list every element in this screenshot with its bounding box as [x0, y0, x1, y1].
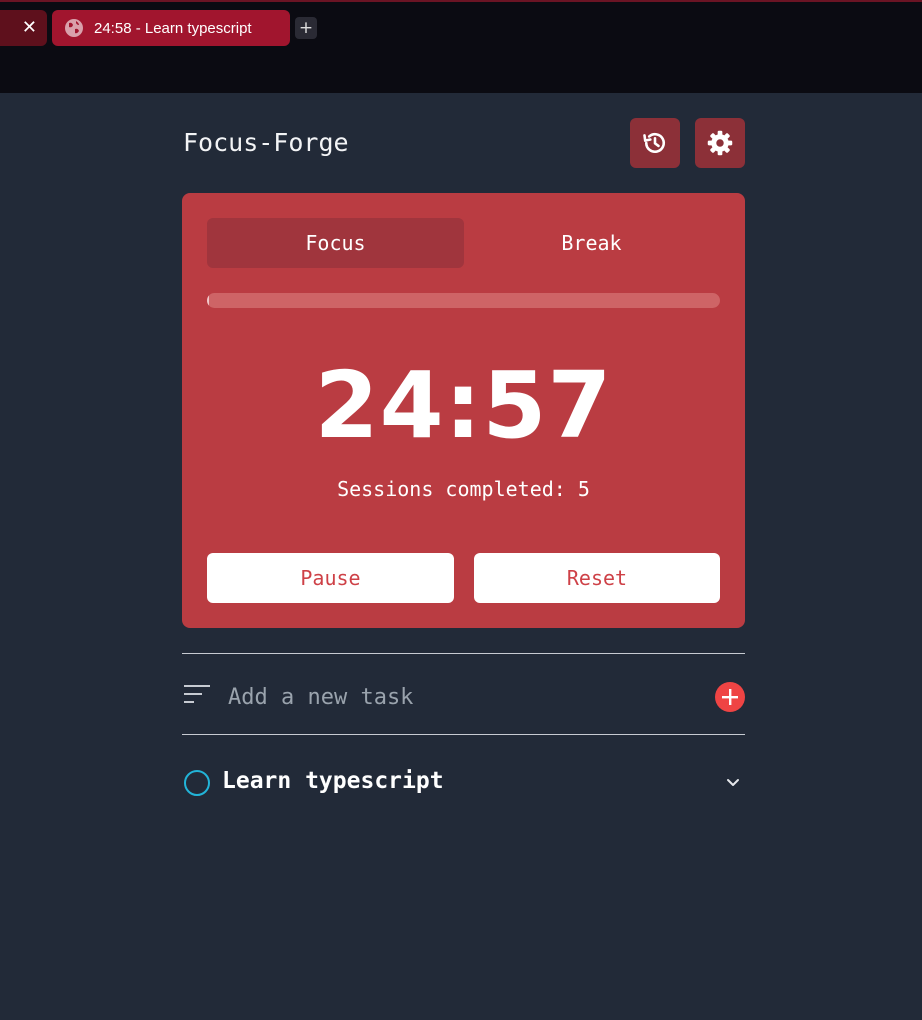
- reset-button[interactable]: Reset: [474, 553, 720, 603]
- task-checkbox[interactable]: [184, 770, 210, 796]
- browser-tab-active[interactable]: 24:58 - Learn typescript: [52, 10, 290, 46]
- add-task-button[interactable]: [715, 682, 745, 712]
- history-button[interactable]: [630, 118, 680, 168]
- progress-bar: [207, 293, 720, 308]
- app-title: Focus-Forge: [183, 128, 349, 157]
- timer-card: Focus Break 24:57 Sessions completed: 5 …: [182, 193, 745, 628]
- progress-fill: [207, 293, 209, 308]
- timer-display: 24:57: [314, 352, 613, 459]
- tabbar-accent-line: [0, 0, 922, 2]
- browser-tabbar: ✕ 24:58 - Learn typescript +: [0, 0, 922, 93]
- new-task-input[interactable]: [228, 680, 698, 714]
- divider-bottom: [182, 734, 745, 735]
- sessions-completed: Sessions completed: 5: [337, 477, 590, 501]
- task-title: Learn typescript: [222, 768, 444, 794]
- chevron-down-icon[interactable]: [723, 773, 743, 793]
- tab-focus[interactable]: Focus: [207, 218, 464, 268]
- tab-break[interactable]: Break: [463, 218, 720, 268]
- browser-tab-title: 24:58 - Learn typescript: [94, 19, 252, 37]
- gear-icon: [707, 130, 733, 156]
- history-icon: [643, 132, 665, 154]
- task-item[interactable]: Learn typescript: [182, 765, 745, 801]
- plus-icon: [722, 689, 738, 705]
- filter-list-icon: [184, 685, 210, 703]
- globe-icon: [65, 19, 83, 37]
- pause-button[interactable]: Pause: [207, 553, 454, 603]
- browser-tab-previous[interactable]: ✕: [0, 10, 47, 46]
- settings-button[interactable]: [695, 118, 745, 168]
- new-tab-button[interactable]: +: [295, 17, 317, 39]
- divider-top: [182, 653, 745, 654]
- tab-close-icon[interactable]: ✕: [22, 19, 37, 37]
